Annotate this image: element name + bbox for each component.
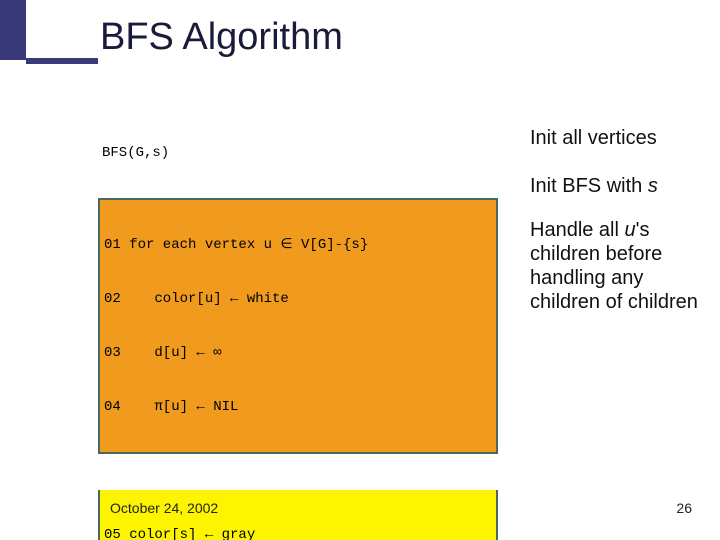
footer-page-number: 26 bbox=[676, 500, 692, 516]
note-init-vertices: Init all vertices bbox=[530, 126, 705, 150]
slide-title: BFS Algorithm bbox=[100, 16, 343, 59]
note-var-s: s bbox=[648, 175, 658, 197]
note-init-bfs: Init BFS with s bbox=[530, 174, 705, 198]
code-header: BFS(G,s) bbox=[98, 144, 498, 162]
note-text: Handle all bbox=[530, 219, 625, 241]
code-line: 04 π[u] ← NIL bbox=[100, 398, 496, 416]
code-line: 03 d[u] ← ∞ bbox=[100, 344, 496, 362]
annotations: Init all vertices Init BFS with s Handle… bbox=[530, 126, 705, 314]
code-line: 01 for each vertex u ∈ V[G]-{s} bbox=[100, 236, 496, 254]
note-text: Init BFS with bbox=[530, 175, 648, 197]
note-children: Handle all u's children before handling … bbox=[530, 218, 705, 314]
code-block-init-vertices: 01 for each vertex u ∈ V[G]-{s} 02 color… bbox=[98, 198, 498, 454]
pseudocode: BFS(G,s) 01 for each vertex u ∈ V[G]-{s}… bbox=[98, 108, 498, 540]
note-var-u: u bbox=[625, 219, 636, 241]
code-line: 02 color[u] ← white bbox=[100, 290, 496, 308]
footer-date: October 24, 2002 bbox=[110, 500, 218, 516]
slide-accent bbox=[0, 0, 26, 60]
code-line: 05 color[s] ← gray bbox=[100, 526, 496, 540]
